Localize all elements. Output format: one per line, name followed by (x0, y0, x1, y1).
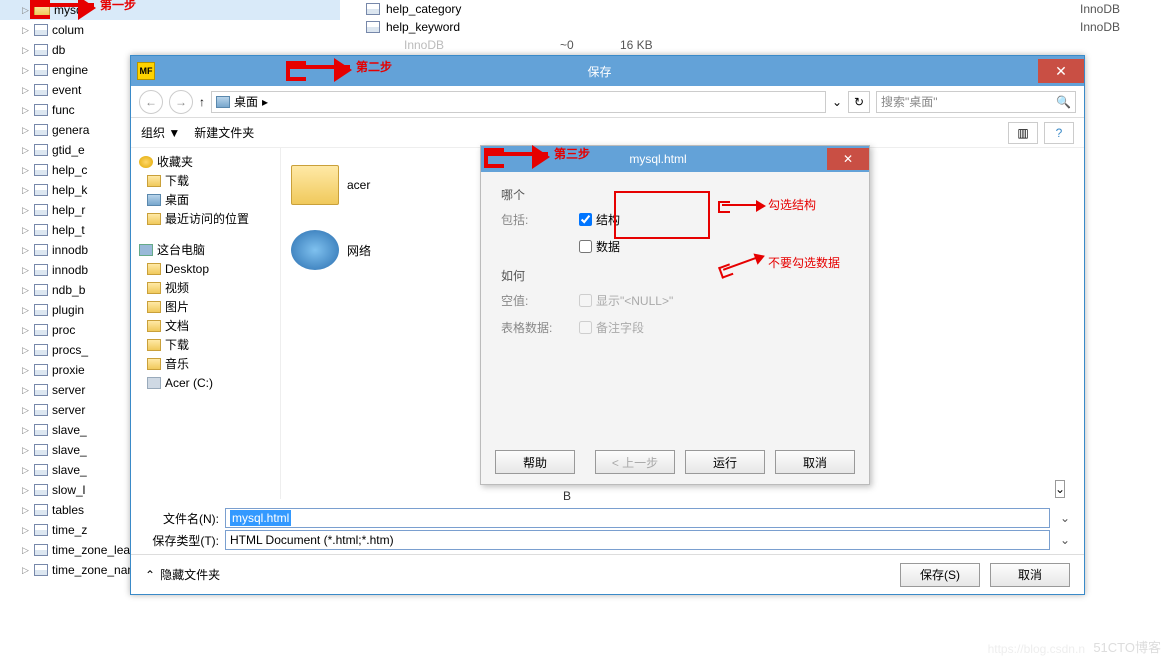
save-title-bar: MF 保存 ✕ (131, 56, 1084, 86)
tree-item[interactable]: 桌面 (131, 190, 280, 209)
chevron-down-icon[interactable]: ⌄ (1056, 511, 1074, 525)
null-label: 空值: (501, 292, 565, 309)
desktop-icon (216, 96, 230, 108)
chevron-up-icon: ⌃ (145, 568, 155, 582)
table-row[interactable]: help_category InnoDB (360, 0, 1170, 18)
up-icon[interactable]: ↑ (199, 95, 205, 109)
run-button[interactable]: 运行 (685, 450, 765, 474)
view-button[interactable]: ▥ (1008, 122, 1038, 144)
chevron-down-icon[interactable]: ⌄ (1055, 480, 1065, 498)
dialog-bottom: ⌃ 隐藏文件夹 保存(S) 取消 (131, 554, 1084, 594)
filename-label: 文件名(N): (141, 510, 219, 527)
table-icon (366, 21, 380, 33)
tree-item[interactable]: 视频 (131, 278, 280, 297)
watermark: https://blog.csdn.n (988, 642, 1085, 656)
desktop-icon (147, 194, 161, 206)
forward-button[interactable]: → (169, 90, 193, 114)
note-checkbox: 备注字段 (575, 317, 648, 338)
save-tree: 收藏夹 下载 桌面 最近访问的位置 这台电脑 Desktop视频图片文档下载音乐… (131, 148, 281, 499)
chevron-down-icon[interactable]: ⌄ (1056, 533, 1074, 547)
tree-item[interactable]: 最近访问的位置 (131, 209, 280, 228)
file-toolbar: 组织 ▼ 新建文件夹 ▥ ? (131, 118, 1084, 148)
chevron-right-icon: ▸ (262, 95, 268, 109)
help-button[interactable]: 帮助 (495, 450, 575, 474)
new-folder-button[interactable]: 新建文件夹 (194, 124, 254, 141)
tree-item[interactable]: 图片 (131, 297, 280, 316)
folder-icon (291, 165, 339, 205)
data-checkbox[interactable]: 数据 (575, 236, 624, 257)
back-button[interactable]: ← (139, 90, 163, 114)
null-checkbox: 显示"<NULL>" (575, 290, 677, 311)
crumb-dropdown[interactable]: ⌄ (832, 95, 842, 109)
tree-item[interactable]: 下载 (131, 171, 280, 190)
prev-button: < 上一步 (595, 450, 675, 474)
cancel-button[interactable]: 取消 (775, 450, 855, 474)
network-item[interactable]: 网络 (291, 223, 456, 277)
refresh-button[interactable]: ↻ (848, 91, 870, 113)
include-label: 包括: (501, 211, 565, 228)
filename-input[interactable]: mysql.html (225, 508, 1050, 528)
tree-item[interactable]: 音乐 (131, 354, 280, 373)
app-logo-icon: MF (137, 62, 155, 80)
close-button[interactable]: ✕ (1038, 59, 1084, 83)
organize-menu[interactable]: 组织 ▼ (141, 124, 180, 141)
tree-fav[interactable]: 收藏夹 (131, 152, 280, 171)
close-button[interactable]: ✕ (827, 148, 869, 170)
step1-annotation: 第一步 (34, 0, 136, 13)
watermark: 51CTO博客 (1093, 637, 1161, 656)
folder-icon (147, 213, 161, 225)
folder-icon (147, 175, 161, 187)
nav-toolbar: ← → ↑ 桌面 ▸ ⌄ ↻ 搜索"桌面" 🔍 (131, 86, 1084, 118)
tree-item[interactable]: Desktop (131, 259, 280, 278)
folder-item[interactable]: acer (291, 158, 456, 212)
table-row: InnoDB ~0 16 KB (360, 36, 1170, 54)
search-icon: 🔍 (1056, 95, 1071, 109)
help-button[interactable]: ? (1044, 122, 1074, 144)
filetype-select[interactable]: HTML Document (*.html;*.htm) (225, 530, 1050, 550)
tbl-label: 表格数据: (501, 319, 565, 336)
tree-item[interactable]: Acer (C:) (131, 373, 280, 392)
save-button[interactable]: 保存(S) (900, 563, 980, 587)
globe-icon (291, 230, 339, 270)
pc-icon (139, 244, 153, 256)
cancel-button[interactable]: 取消 (990, 563, 1070, 587)
star-icon (139, 156, 153, 168)
tree-item[interactable]: 文档 (131, 316, 280, 335)
step2-annotation: 第二步 (290, 58, 392, 75)
tree-pc[interactable]: 这台电脑 (131, 240, 280, 259)
table-icon (366, 3, 380, 15)
tree-item[interactable]: 下载 (131, 335, 280, 354)
tree-item[interactable]: ▷colum (0, 20, 340, 40)
hide-folders[interactable]: ⌃ 隐藏文件夹 (145, 566, 890, 583)
breadcrumb[interactable]: 桌面 ▸ (211, 91, 826, 113)
filetype-label: 保存类型(T): (141, 532, 219, 549)
no-data-annotation: 不要勾选数据 (722, 254, 840, 271)
search-input[interactable]: 搜索"桌面" 🔍 (876, 91, 1076, 113)
struct-checkbox[interactable]: 结构 (575, 209, 624, 230)
table-row[interactable]: help_keyword InnoDB (360, 18, 1170, 36)
step3-annotation: 第三步 (488, 145, 590, 162)
check-struct-annotation: 勾选结构 (722, 196, 816, 213)
